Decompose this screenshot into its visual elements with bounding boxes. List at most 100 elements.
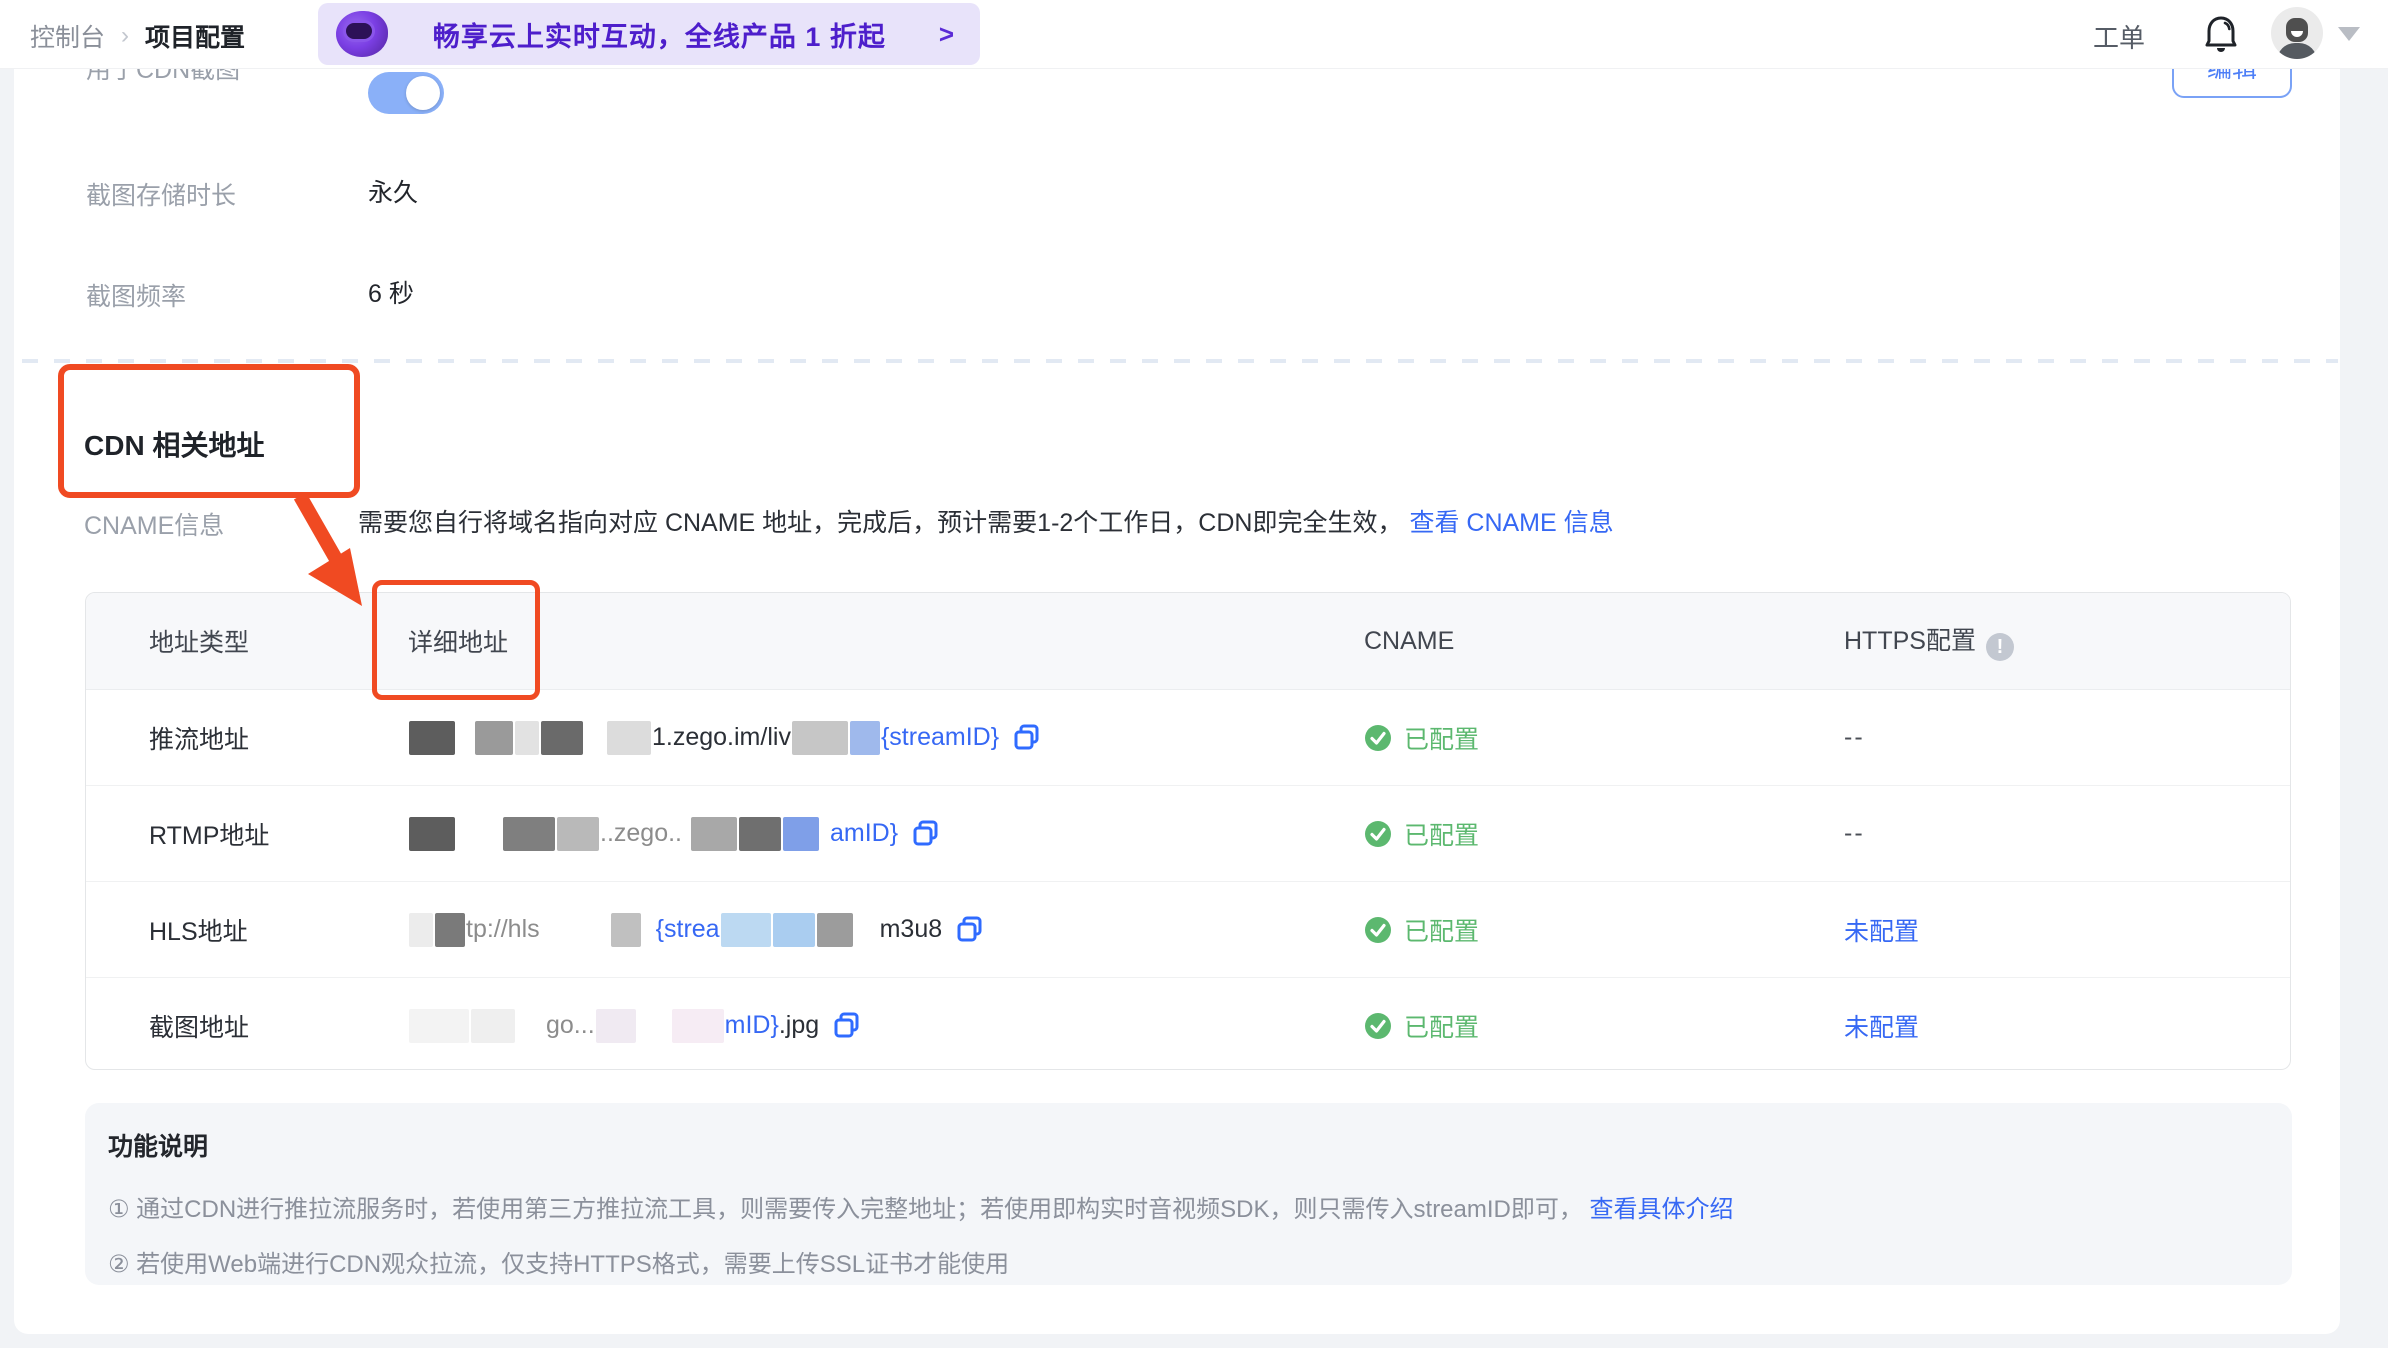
url-fragment: {strea [655, 915, 720, 943]
redacted-block [409, 720, 455, 755]
cname-status-text: 已配置 [1404, 1013, 1480, 1042]
redacted-block [791, 720, 848, 755]
redacted-block [772, 912, 815, 947]
banner-arrow-icon[interactable]: > [939, 19, 954, 50]
redacted-block [671, 1008, 724, 1043]
cname-status-cell: 已配置 [1364, 816, 1844, 852]
check-circle-icon [1365, 916, 1391, 943]
account-dropdown-caret-icon[interactable] [2338, 27, 2360, 41]
redacted-block [691, 816, 737, 851]
redacted-block [475, 720, 513, 755]
header-detail-address: 详细地址 [408, 629, 509, 657]
redacted-block [409, 912, 433, 947]
cname-status-cell: 已配置 [1364, 1008, 1844, 1044]
redacted-block [849, 720, 880, 755]
view-cname-info-link[interactable]: 查看 CNAME 信息 [1409, 509, 1613, 537]
copy-icon[interactable] [1013, 724, 1040, 751]
user-avatar[interactable] [2271, 7, 2323, 59]
https-config-cell: 未配置 [1844, 1008, 2290, 1044]
detail-address-cell: tp://hls {strea m3u8 [408, 912, 1364, 947]
table-body: 推流地址 1.zego.im/liv {streamID} 已配置 -- RTMP地址..… [86, 690, 2290, 1069]
breadcrumb: 控制台 › 项目配置 [30, 18, 245, 54]
check-circle-icon [1365, 1012, 1391, 1039]
redacted-block [409, 816, 455, 851]
cname-desc-text: 需要您自行将域名指向对应 CNAME 地址，完成后，预计需要1-2个工作日，CD… [358, 509, 1403, 537]
copy-icon[interactable] [956, 916, 983, 943]
table-row: HLS地址 tp://hls {strea m3u8 已配置 未配置 [86, 882, 2290, 978]
storage-duration-label: 截图存储时长 [86, 182, 237, 210]
url-fragment: mID} [724, 1011, 779, 1039]
check-circle-icon [1365, 724, 1391, 751]
redacted-block [595, 1008, 636, 1043]
url-fragment: ..zego.. [600, 819, 682, 847]
url-fragment: {streamID} [880, 723, 1000, 751]
address-type-cell: 截图地址 [149, 1013, 250, 1042]
cname-info-label: CNAME信息 [84, 512, 225, 540]
redacted-block [409, 1008, 469, 1043]
ticket-link[interactable]: 工单 [2093, 18, 2145, 55]
https-config-cell: -- [1844, 723, 2290, 752]
redacted-block [435, 912, 465, 947]
header-cname: CNAME [1364, 626, 1455, 655]
redacted-block [503, 816, 555, 851]
header-https-config: HTTPS配置! [1844, 621, 2290, 661]
redacted-block [783, 816, 819, 851]
table-row: RTMP地址 ..zego.. amID} 已配置 -- [86, 786, 2290, 882]
https-config-cell: -- [1844, 819, 2290, 848]
redacted-block [610, 912, 641, 947]
breadcrumb-separator-icon: › [121, 22, 130, 49]
top-bar: 控制台 › 项目配置 畅享云上实时互动，全线产品 1 折起 > 工单 [0, 0, 2388, 69]
promo-banner-text: 畅享云上实时互动，全线产品 1 折起 [432, 21, 886, 52]
copy-icon[interactable] [833, 1012, 860, 1039]
promo-banner[interactable]: 畅享云上实时互动，全线产品 1 折起 > [318, 3, 980, 65]
cdn-screenshot-toggle[interactable] [368, 72, 444, 114]
https-config-cell: 未配置 [1844, 912, 2290, 948]
address-type-cell: RTMP地址 [149, 821, 270, 850]
storage-duration-value: 永久 [368, 179, 419, 207]
address-type-cell: 推流地址 [149, 725, 250, 754]
address-type-cell: HLS地址 [149, 917, 248, 946]
toggle-knob [406, 76, 440, 110]
redacted-block [557, 816, 599, 851]
copy-icon[interactable] [912, 820, 939, 847]
breadcrumb-project-config: 项目配置 [145, 24, 246, 52]
cname-info-desc: 需要您自行将域名指向对应 CNAME 地址，完成后，预计需要1-2个工作日，CD… [358, 503, 1614, 539]
notes-title: 功能说明 [108, 1133, 209, 1161]
feature-notes-box: 功能说明 ① 通过CDN进行推拉流服务时，若使用第三方推拉流工具，则需要传入完整… [85, 1103, 2292, 1285]
redacted-block [607, 720, 651, 755]
cdn-section-title: CDN 相关地址 [84, 430, 265, 461]
redacted-block [720, 912, 771, 947]
header-address-type: 地址类型 [149, 629, 250, 657]
https-info-icon[interactable]: ! [1985, 633, 2014, 661]
url-fragment: .jpg [778, 1011, 820, 1039]
cname-status-text: 已配置 [1404, 917, 1480, 946]
breadcrumb-console[interactable]: 控制台 [30, 18, 105, 54]
check-circle-icon [1365, 820, 1391, 847]
cname-status-text: 已配置 [1404, 725, 1480, 754]
redacted-block [471, 1008, 515, 1043]
cdn-address-table: 地址类型 详细地址 CNAME HTTPS配置! 推流地址 1.zego.im/l… [85, 592, 2291, 1070]
view-details-link[interactable]: 查看具体介绍 [1590, 1196, 1734, 1223]
url-fragment: m3u8 [879, 915, 943, 943]
cname-status-cell: 已配置 [1364, 720, 1844, 756]
detail-address-cell: ..zego.. amID} [408, 816, 1364, 851]
table-row: 推流地址 1.zego.im/liv {streamID} 已配置 -- [86, 690, 2290, 786]
table-row: 截图地址 go... mID} .jpg 已配置 未配置 [86, 978, 2290, 1069]
notification-bell-icon[interactable] [2203, 14, 2239, 54]
cname-status-text: 已配置 [1404, 821, 1480, 850]
redacted-block [816, 912, 853, 947]
table-header-row: 地址类型 详细地址 CNAME HTTPS配置! [86, 593, 2290, 690]
https-configure-link[interactable]: 未配置 [1844, 918, 1919, 946]
url-fragment: amID} [830, 819, 899, 847]
section-divider [22, 359, 2338, 363]
https-not-applicable: -- [1844, 819, 1865, 847]
cname-status-cell: 已配置 [1364, 912, 1844, 948]
redacted-block [739, 816, 781, 851]
https-configure-link[interactable]: 未配置 [1844, 1014, 1919, 1042]
url-fragment: go... [546, 1011, 595, 1039]
redacted-block [541, 720, 583, 755]
redacted-block [515, 720, 539, 755]
frequency-label: 截图频率 [86, 283, 187, 311]
frequency-value: 6 秒 [368, 280, 414, 308]
notes-line-2: ② 若使用Web端进行CDN观众拉流，仅支持HTTPS格式，需要上传SSL证书才… [108, 1251, 1010, 1278]
